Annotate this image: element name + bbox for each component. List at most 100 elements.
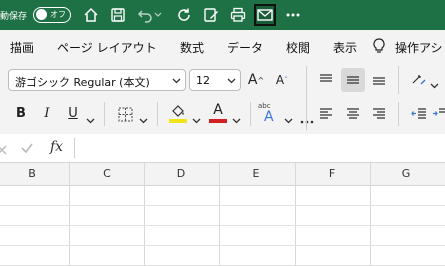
align-middle-icon [347, 76, 359, 84]
divider [398, 102, 399, 126]
chevron-down-icon [227, 75, 236, 88]
grid-line [295, 163, 296, 266]
home-icon[interactable] [80, 4, 102, 26]
title-bar: 動保存 オフ [0, 0, 445, 30]
divider [398, 66, 399, 94]
edit-document-icon[interactable] [200, 4, 222, 26]
column-header-b[interactable]: B [22, 167, 42, 180]
divider [306, 66, 307, 130]
decrease-indent-icon [411, 108, 426, 119]
grid-line [69, 163, 70, 266]
undo-dropdown-icon[interactable] [152, 4, 164, 26]
font-color-button[interactable]: A [208, 102, 228, 124]
chevron-down-icon[interactable] [192, 110, 201, 129]
orientation-button[interactable] [410, 68, 428, 90]
redo-icon[interactable] [173, 4, 195, 26]
print-icon[interactable] [227, 4, 249, 26]
more-icon[interactable] [282, 4, 304, 26]
align-right-icon [373, 108, 385, 119]
font-size-select[interactable]: 12 [189, 69, 241, 91]
save-icon[interactable] [107, 4, 129, 26]
borders-icon [118, 107, 132, 121]
align-center-button[interactable] [343, 103, 363, 125]
decrease-font-glyph: A [275, 73, 285, 87]
more-icon[interactable] [300, 109, 314, 128]
align-top-button[interactable] [316, 68, 336, 90]
align-left-icon [320, 108, 332, 119]
tab-draw[interactable]: 描画 [10, 39, 34, 56]
align-top-icon [320, 74, 332, 82]
chevron-down-icon[interactable] [139, 110, 148, 129]
divider [104, 102, 105, 126]
tab-review[interactable]: 校閲 [286, 39, 310, 56]
align-right-button[interactable] [369, 103, 389, 125]
autosave-state: オフ [50, 10, 66, 19]
font-name-value: 游ゴシック Regular (本文) [15, 76, 150, 89]
caret-down-icon: ˇ [284, 75, 289, 85]
cell-grid[interactable] [0, 163, 445, 266]
tell-me-search[interactable]: 操作アシ [395, 39, 443, 56]
decrease-indent-button[interactable] [410, 103, 428, 125]
chevron-down-icon[interactable] [232, 110, 241, 129]
align-bottom-button[interactable] [369, 68, 389, 90]
align-left-button[interactable] [316, 103, 336, 125]
italic-button[interactable]: I [38, 103, 56, 123]
grid-line [144, 163, 145, 266]
chevron-down-icon [172, 75, 181, 88]
ribbon: 游ゴシック Regular (本文) 12 A ^ Aˇ B I U A abc … [0, 62, 445, 135]
grid-line [370, 163, 371, 266]
underline-button[interactable]: U [64, 103, 82, 123]
align-center-icon [347, 108, 359, 119]
align-bottom-icon [373, 77, 385, 85]
increase-indent-icon [433, 108, 445, 116]
chevron-down-icon[interactable] [86, 110, 95, 129]
column-headers: B C D E F G [0, 163, 445, 186]
divider [250, 102, 251, 126]
chevron-down-icon[interactable] [430, 75, 439, 94]
insert-function-button[interactable]: fx [50, 139, 63, 155]
orientation-icon [412, 75, 426, 85]
font-name-select[interactable]: 游ゴシック Regular (本文) [8, 69, 186, 91]
tab-view[interactable]: 表示 [333, 39, 357, 56]
increase-font-size-button[interactable]: A ^ [246, 69, 266, 91]
divider [74, 138, 75, 158]
divider [157, 102, 158, 126]
grid-line [0, 225, 445, 226]
increase-font-glyph: A [247, 72, 258, 88]
font-color-swatch [209, 119, 227, 123]
lightbulb-icon [373, 38, 385, 58]
cancel-icon [0, 141, 8, 160]
tab-formulas[interactable]: 数式 [180, 39, 204, 56]
decrease-font-size-button[interactable]: Aˇ [272, 69, 292, 91]
column-header-f[interactable]: F [322, 167, 342, 180]
formula-input[interactable] [76, 134, 445, 162]
fill-color-swatch [169, 118, 187, 123]
formula-bar: fx [0, 134, 445, 163]
grid-line [219, 163, 220, 266]
caret-up-icon: ^ [257, 75, 265, 85]
grid-line [0, 205, 445, 206]
phonetic-guide-button[interactable]: abc A [258, 100, 284, 126]
font-size-value: 12 [196, 74, 210, 87]
borders-button[interactable] [115, 104, 135, 124]
increase-indent-button[interactable] [432, 103, 445, 125]
check-icon [20, 140, 34, 159]
fill-color-button[interactable] [168, 102, 188, 124]
bold-button[interactable]: B [12, 103, 30, 123]
autosave-toggle[interactable]: オフ [33, 7, 71, 23]
font-color-letter: A [213, 102, 223, 118]
column-header-d[interactable]: D [171, 167, 191, 180]
autosave-label: 動保存 [0, 12, 28, 22]
toggle-knob [36, 9, 47, 20]
column-header-c[interactable]: C [97, 167, 117, 180]
column-header-e[interactable]: E [246, 167, 266, 180]
column-header-g[interactable]: G [396, 167, 416, 180]
mail-icon[interactable] [254, 4, 276, 26]
grid-line [0, 245, 445, 246]
align-middle-button[interactable] [341, 68, 365, 92]
chevron-down-icon[interactable] [284, 110, 293, 129]
paint-bucket-icon [172, 104, 184, 117]
tab-page-layout[interactable]: ページ レイアウト [57, 39, 157, 56]
phonetic-large-text: A [264, 109, 274, 125]
tab-data[interactable]: データ [227, 39, 263, 56]
